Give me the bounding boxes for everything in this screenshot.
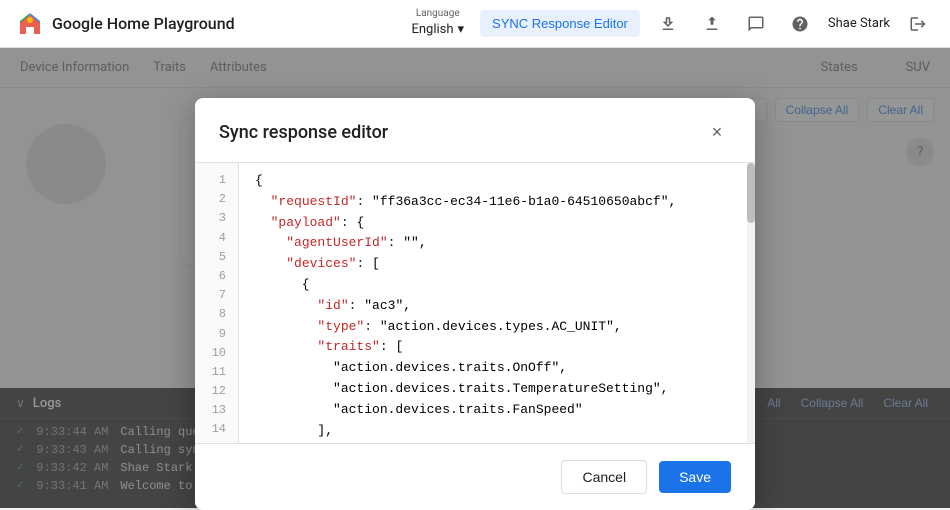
line-number: 4 [207, 229, 226, 248]
code-content[interactable]: { "requestId": "ff36a3cc-ec34-11e6-b1a0-… [239, 163, 747, 443]
language-selector[interactable]: Language English ▾ [407, 8, 468, 39]
line-number: 15 [207, 440, 226, 443]
code-editor[interactable]: 12345678910111213141516 { "requestId": "… [195, 163, 755, 443]
dialog-header: Sync response editor × [195, 98, 755, 163]
logo: Google Home Playground [16, 10, 235, 38]
modal-overlay: Sync response editor × 12345678910111213… [0, 48, 950, 508]
scrollbar-thumb[interactable] [747, 163, 755, 223]
dialog-title: Sync response editor [219, 122, 388, 143]
code-line: "id": "ac3", [255, 296, 747, 317]
user-name: Shae Stark [828, 16, 890, 31]
line-number: 7 [207, 286, 226, 305]
scrollbar-track[interactable] [747, 163, 755, 443]
topbar: Google Home Playground Language English … [0, 0, 950, 48]
line-number: 9 [207, 325, 226, 344]
line-numbers: 12345678910111213141516 [195, 163, 239, 443]
upload-icon [659, 15, 677, 33]
line-number: 12 [207, 382, 226, 401]
code-line: "payload": { [255, 213, 747, 234]
sync-response-dialog: Sync response editor × 12345678910111213… [195, 98, 755, 510]
cancel-button[interactable]: Cancel [561, 460, 647, 494]
code-line: "type": "action.devices.types.AC_UNIT", [255, 317, 747, 338]
code-line: "action.devices.traits.OnOff", [255, 358, 747, 379]
logout-icon-btn[interactable] [902, 8, 934, 40]
code-line: { [255, 275, 747, 296]
code-line: { [255, 171, 747, 192]
dialog-footer: Cancel Save [195, 443, 755, 510]
line-number: 14 [207, 420, 226, 439]
line-number: 3 [207, 209, 226, 228]
chevron-down-icon: ▾ [458, 22, 465, 37]
save-button[interactable]: Save [659, 461, 731, 493]
code-line: "requestId": "ff36a3cc-ec34-11e6-b1a0-64… [255, 192, 747, 213]
notifications-icon-btn[interactable] [740, 8, 772, 40]
line-number: 11 [207, 363, 226, 382]
download-icon-btn[interactable] [696, 8, 728, 40]
main-content: Device Information Traits Attributes Sta… [0, 48, 950, 508]
language-value: English [411, 22, 453, 37]
code-line: "agentUserId": "", [255, 233, 747, 254]
line-number: 8 [207, 305, 226, 324]
upload-icon-btn[interactable] [652, 8, 684, 40]
logout-icon [909, 15, 927, 33]
code-line: "devices": [ [255, 254, 747, 275]
code-line: "traits": [ [255, 337, 747, 358]
language-label: Language [416, 8, 460, 19]
line-number: 1 [207, 171, 226, 190]
help-icon [791, 15, 809, 33]
line-number: 5 [207, 248, 226, 267]
code-line: ], [255, 421, 747, 442]
code-line: "action.devices.traits.FanSpeed" [255, 400, 747, 421]
help-icon-btn[interactable] [784, 8, 816, 40]
line-number: 10 [207, 344, 226, 363]
code-line: "name": { [255, 441, 747, 443]
dialog-close-button[interactable]: × [703, 118, 731, 146]
download-icon [703, 15, 721, 33]
language-dropdown[interactable]: English ▾ [407, 20, 468, 39]
line-number: 2 [207, 190, 226, 209]
sync-response-editor-button[interactable]: SYNC Response Editor [480, 10, 640, 37]
app-title: Google Home Playground [52, 14, 235, 33]
notifications-icon [747, 15, 765, 33]
code-line: "action.devices.traits.TemperatureSettin… [255, 379, 747, 400]
line-number: 13 [207, 401, 226, 420]
line-number: 6 [207, 267, 226, 286]
logo-icon [16, 10, 44, 38]
